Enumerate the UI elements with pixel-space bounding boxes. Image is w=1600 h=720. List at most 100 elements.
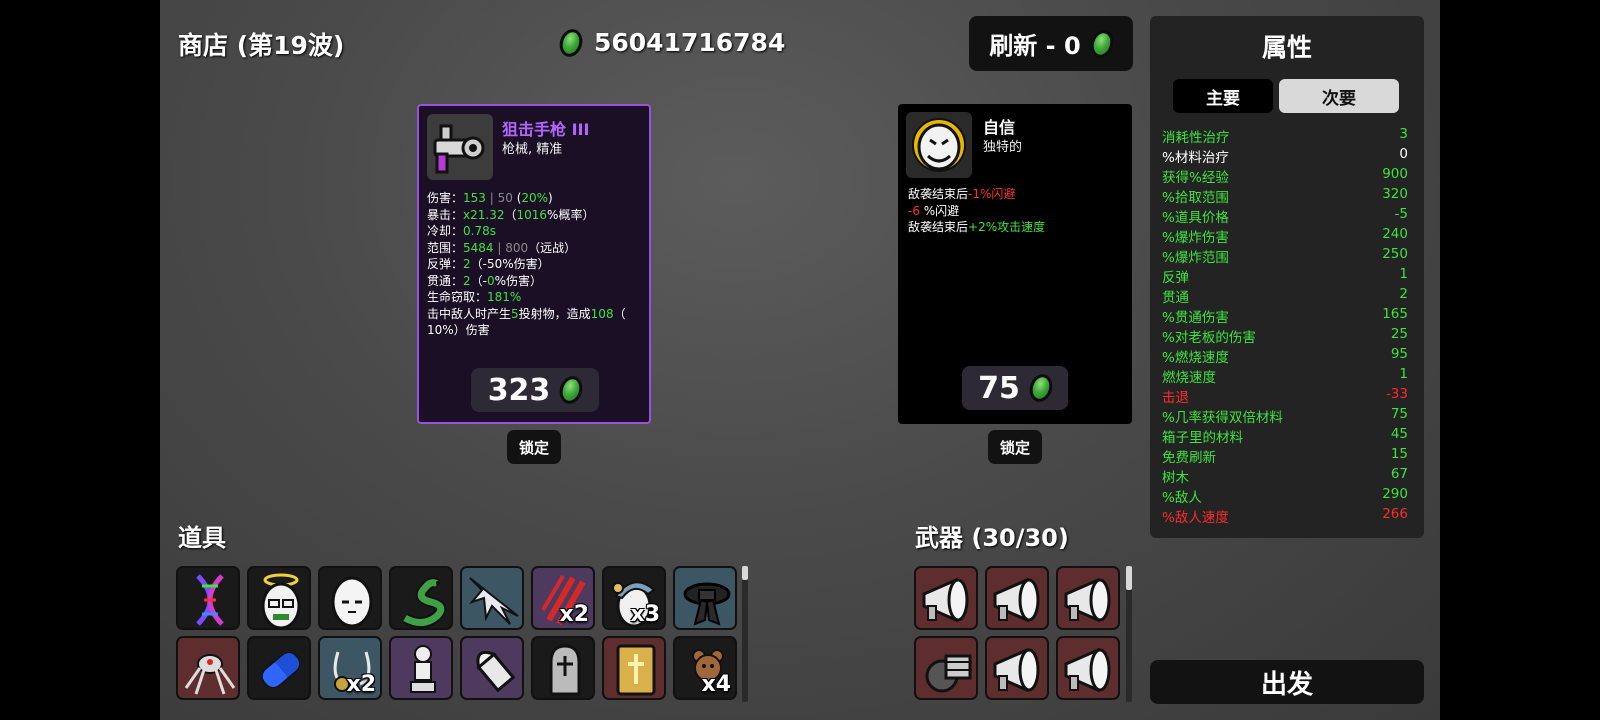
- item-slot[interactable]: [176, 636, 240, 700]
- weapon-slot[interactable]: [985, 566, 1049, 630]
- stat-segment: （-50%伤害）: [470, 257, 550, 271]
- stat-line: 反弹：2（-50%伤害）: [427, 256, 647, 273]
- material-gem-icon: [556, 25, 586, 60]
- stat-segment: 敌袭结束后: [908, 187, 969, 201]
- shop-card-item[interactable]: 自信 独特的 敌袭结束后-1%闪避 -6 %闪避 敌袭结束后+2%攻击速度 75: [898, 104, 1132, 424]
- attribute-label: 击退: [1162, 390, 1189, 406]
- weapons-scrollbar[interactable]: [1126, 566, 1132, 702]
- weapon-slot[interactable]: [985, 636, 1049, 700]
- stat-segment: 冷却：: [427, 224, 464, 238]
- currency-display: 56041716784: [556, 25, 786, 60]
- stat-segment: +2%攻击速度: [968, 220, 1046, 234]
- attribute-value: 95: [1390, 346, 1408, 362]
- go-button[interactable]: 出发: [1150, 660, 1424, 704]
- attribute-row: 免费刷新 15: [1162, 446, 1408, 466]
- attribute-row: %材料治疗 0: [1162, 146, 1408, 166]
- attribute-row: 箱子里的材料 45: [1162, 426, 1408, 446]
- item-slot[interactable]: [389, 636, 453, 700]
- item-slot[interactable]: x2: [531, 566, 595, 630]
- stat-segment: -6: [908, 203, 920, 218]
- item-slot[interactable]: [460, 566, 524, 630]
- attribute-label: %敌人速度: [1162, 510, 1229, 526]
- attribute-row: %道具价格 -5: [1162, 206, 1408, 226]
- stat-line: 范围：5484 | 800（远战）: [427, 240, 647, 257]
- currency-amount: 56041716784: [594, 28, 786, 57]
- shop-screen: 商店 (第19波) 56041716784 刷新 - 0 狙击手枪 III 枪械…: [160, 0, 1440, 720]
- tab-secondary[interactable]: 次要: [1279, 79, 1399, 113]
- stat-segment: 击中敌人时产生: [427, 306, 512, 321]
- lock-button[interactable]: 锁定: [507, 430, 561, 464]
- attribute-label: 消耗性治疗: [1162, 130, 1230, 146]
- items-scrollbar[interactable]: [742, 566, 748, 702]
- items-section-title: 道具: [178, 524, 226, 552]
- attribute-value: 250: [1382, 246, 1408, 262]
- item-slot[interactable]: [389, 566, 453, 630]
- item-slot[interactable]: x2: [318, 636, 382, 700]
- stat-segment: 2: [463, 273, 471, 288]
- item-count: x4: [701, 672, 732, 697]
- weapon-slot[interactable]: [914, 566, 978, 630]
- price-tag: 323: [471, 368, 599, 412]
- attribute-row: 贯通 2: [1162, 286, 1408, 306]
- weapon-slot[interactable]: [1056, 636, 1120, 700]
- item-slot[interactable]: [460, 636, 524, 700]
- stat-segment: 2: [463, 257, 471, 271]
- attribute-label: 反弹: [1162, 270, 1189, 286]
- attribute-row: 树木 67: [1162, 466, 1408, 486]
- attribute-label: %材料治疗: [1162, 150, 1229, 166]
- attribute-row: %爆炸伤害 240: [1162, 226, 1408, 246]
- attribute-value: 320: [1382, 186, 1408, 202]
- weapons-section-title: 武器 (30/30): [915, 524, 1069, 552]
- attribute-row: %敌人 290: [1162, 486, 1408, 506]
- stat-segment: 0.78s: [463, 224, 496, 238]
- item-slot[interactable]: [531, 636, 595, 700]
- attribute-value: 75: [1390, 406, 1408, 422]
- sniper-pistol-icon: [427, 114, 493, 180]
- attribute-row: 反弹 1: [1162, 266, 1408, 286]
- attribute-label: 树木: [1162, 470, 1189, 486]
- item-count: x2: [346, 672, 377, 697]
- item-slot[interactable]: [318, 566, 382, 630]
- stat-segment: ）伤害: [453, 323, 490, 337]
- item-slot[interactable]: x3: [602, 566, 666, 630]
- attribute-row: %贯通伤害 165: [1162, 306, 1408, 326]
- item-slot[interactable]: [602, 636, 666, 700]
- attribute-label: %敌人: [1162, 490, 1202, 506]
- stat-segment: 投射物，造成: [518, 306, 591, 321]
- material-gem-icon: [556, 373, 587, 407]
- card-name: 自信: [983, 118, 1016, 137]
- stat-segment: （远战）: [528, 240, 577, 255]
- attribute-label: %对老板的伤害: [1162, 330, 1256, 346]
- shop-card-weapon[interactable]: 狙击手枪 III 枪械, 精准 伤害：153 | 50 (20%) 暴击：x21.…: [417, 104, 651, 424]
- item-slot[interactable]: [673, 566, 737, 630]
- stat-segment: %伤害）: [494, 273, 543, 288]
- item-slot[interactable]: [247, 636, 311, 700]
- attribute-row: 燃烧速度 1: [1162, 366, 1408, 386]
- stat-line: 伤害：153 | 50 (20%): [427, 190, 647, 207]
- stat-segment: -1%闪避: [968, 187, 1016, 201]
- item-count: x3: [630, 602, 661, 627]
- stat-segment: 敌袭结束后: [908, 220, 969, 234]
- stat-segment: 5484: [463, 240, 494, 255]
- stat-line: 击中敌人时产生5投射物，造成108（: [427, 306, 647, 323]
- tab-primary[interactable]: 主要: [1173, 79, 1273, 113]
- refresh-button[interactable]: 刷新 - 0: [969, 16, 1133, 71]
- weapon-slot[interactable]: [1056, 566, 1120, 630]
- stat-line: 敌袭结束后-1%闪避: [908, 186, 1128, 203]
- stat-segment: 贯通：: [427, 273, 464, 288]
- confident-face-icon: [906, 112, 972, 178]
- stat-segment: 181%: [487, 290, 522, 304]
- item-slot[interactable]: [247, 566, 311, 630]
- attribute-label: %燃烧速度: [1162, 350, 1229, 366]
- weapon-slot[interactable]: [914, 636, 978, 700]
- item-slot[interactable]: x4: [673, 636, 737, 700]
- card-name: 狙击手枪 III: [502, 120, 590, 139]
- stat-segment: 108: [590, 306, 614, 321]
- stat-segment: 0: [487, 273, 495, 288]
- attribute-row: %对老板的伤害 25: [1162, 326, 1408, 346]
- attribute-value: 25: [1390, 326, 1408, 342]
- lock-button[interactable]: 锁定: [988, 430, 1042, 464]
- stat-segment: 伤害：: [427, 191, 464, 205]
- material-gem-icon: [1086, 26, 1117, 61]
- item-slot[interactable]: [176, 566, 240, 630]
